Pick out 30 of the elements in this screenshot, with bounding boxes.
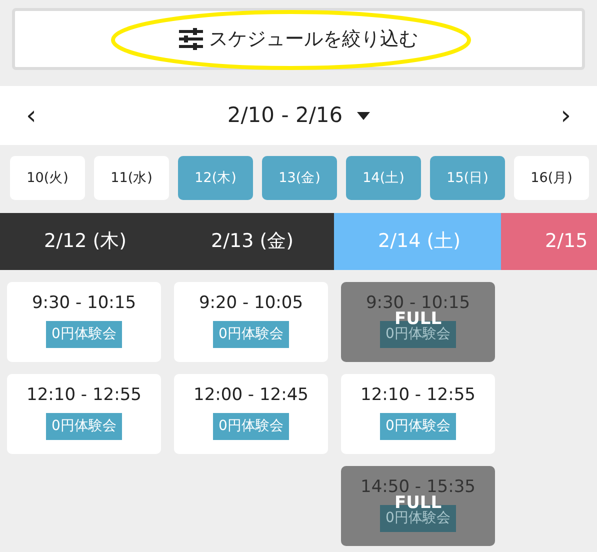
slot-card[interactable]: 9:20 - 10:05 0円体験会	[174, 282, 328, 362]
slot-time: 9:30 - 10:15	[366, 292, 470, 313]
week-range-dropdown[interactable]: 2/10 - 2/16	[227, 100, 370, 132]
previous-week-button[interactable]: ‹	[20, 102, 42, 128]
sliders-icon	[179, 28, 203, 50]
slot-time: 12:10 - 12:55	[360, 384, 476, 407]
day-header: 2/15	[501, 213, 597, 270]
day-chip[interactable]: 16(月)	[514, 156, 589, 200]
day-header: 2/13 (金)	[167, 213, 334, 270]
event-tag: 0円体験会	[212, 412, 290, 440]
slot-card[interactable]: 12:00 - 12:45 0円体験会	[174, 374, 328, 454]
slot-time: 12:00 - 12:45	[194, 384, 308, 407]
slot-time: 9:20 - 10:05	[198, 292, 304, 315]
caret-icon	[356, 112, 370, 120]
event-tag: 0円体験会	[46, 412, 122, 440]
event-tag: 0円体験会	[46, 320, 122, 348]
filter-button[interactable]: スケジュールを絞り込む	[12, 8, 585, 70]
slot-time: 12:10 - 12:55	[26, 384, 142, 407]
day-chip[interactable]: 10(火)	[10, 156, 85, 200]
slot-card[interactable]: 12:10 - 12:55 0円体験会	[7, 374, 161, 454]
slot-time: 9:30 - 10:15	[32, 292, 136, 315]
slot-card[interactable]: 12:10 - 12:55 0円体験会	[341, 374, 495, 454]
next-week-button[interactable]: ›	[554, 102, 577, 128]
day-header: 2/12 (木)	[0, 213, 167, 270]
day-chip[interactable]: 11(水)	[94, 156, 169, 200]
event-tag: 0円体験会	[212, 320, 290, 348]
slot-time: 14:50 - 15:35	[360, 476, 476, 497]
event-tag: 0円体験会	[380, 412, 456, 440]
day-header: 2/14 (土)	[334, 213, 501, 270]
slot-card[interactable]: 9:30 - 10:15 0円体験会	[7, 282, 161, 362]
